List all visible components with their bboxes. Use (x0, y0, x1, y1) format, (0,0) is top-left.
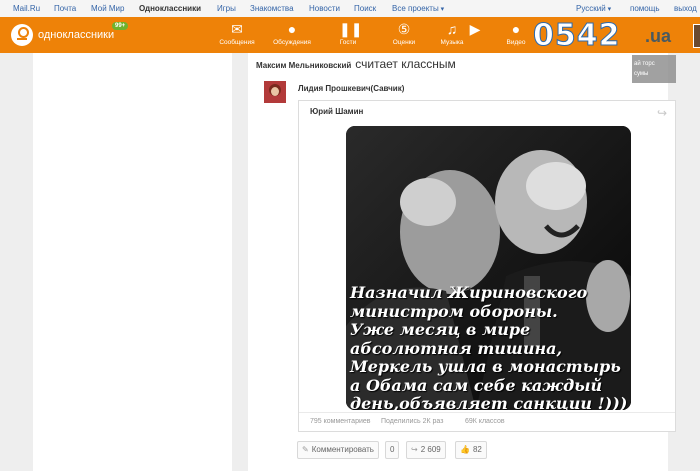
photo-caption: Назначил Жириновского министром обороны.… (350, 283, 628, 410)
post-photo[interactable]: Назначил Жириновского министром обороны.… (346, 126, 631, 410)
portal-link-games[interactable]: Игры (217, 4, 236, 13)
footprints-icon: ❚❚ (339, 21, 363, 37)
likes-count[interactable]: 69К классов (465, 418, 505, 425)
portal-link-mailru[interactable]: Mail.Ru (13, 4, 40, 13)
watermark-logo: 0542 (533, 18, 621, 54)
post-author-link[interactable]: Юрий Шамин (310, 107, 363, 116)
ok-logo-icon[interactable] (11, 24, 33, 46)
comments-count[interactable]: 795 комментариев (310, 418, 370, 425)
watermark-suffix: .ua (645, 26, 672, 46)
comment-button[interactable]: ✎ Комментировать (297, 441, 379, 459)
portal-link-mail[interactable]: Почта (54, 4, 76, 13)
notification-badge: 99+ (112, 22, 129, 30)
feed-action-text: считает классным (355, 57, 456, 71)
shares-count[interactable]: Поделились 2К раз (381, 418, 443, 425)
reposter-name-link[interactable]: Лидия Прошкевич(Савчик) (298, 84, 404, 93)
portal-link-dating[interactable]: Знакомства (250, 4, 294, 13)
play-icon: ▶ (469, 21, 481, 37)
comment-icon: ✎ (302, 445, 309, 454)
speech-bubbles-icon: ● (287, 21, 297, 37)
share-button[interactable]: ↪ 2 609 (406, 441, 446, 459)
portal-link-all-projects[interactable]: Все проекты (392, 4, 444, 13)
class-button[interactable]: 👍 82 (455, 441, 487, 459)
music-note-icon: ♫ (446, 21, 458, 37)
site-watermark: 0542 .ua (533, 0, 700, 58)
left-sidebar (33, 53, 232, 471)
envelope-icon: ✉ (231, 21, 243, 37)
reposter-avatar[interactable] (264, 81, 286, 103)
column-gap (232, 53, 248, 471)
overlay-text: ай торс сумы (634, 61, 655, 77)
post-stats: 795 комментариев Поделились 2К раз 69К к… (299, 412, 675, 432)
five-star-icon: ⑤ (397, 21, 411, 37)
user-avatar[interactable] (693, 24, 700, 48)
music-play-button[interactable]: ▶ (460, 21, 490, 51)
page-margin-left (0, 53, 33, 471)
portal-link-search[interactable]: Поиск (354, 4, 376, 13)
comment-count-badge: 0 (385, 441, 400, 459)
logo-text[interactable]: одноклассники (38, 29, 114, 41)
feed-actor-link[interactable]: Максим Мельниковский (256, 61, 351, 70)
thumbs-up-icon: 👍 (460, 445, 470, 454)
camera-icon: ● (511, 21, 521, 37)
portal-link-news[interactable]: Новости (309, 4, 340, 13)
nav-messages[interactable]: ✉ Сообщения (217, 21, 257, 51)
repost-icon: ↪ (411, 445, 418, 454)
feed-event-line: Максим Мельниковский считает классным (256, 57, 456, 71)
feed-column: Максим Мельниковский считает классным ай … (248, 53, 676, 471)
nav-ratings[interactable]: ⑤ Оценки (384, 21, 424, 51)
share-arrow-icon[interactable]: ↪ (657, 106, 667, 120)
nav-discussions[interactable]: ● Обсуждения (272, 21, 312, 51)
nav-video[interactable]: ● Видео (496, 21, 536, 51)
nav-guests[interactable]: ❚❚ Гости (328, 21, 368, 51)
portal-link-mymir[interactable]: Мой Мир (91, 4, 124, 13)
portal-link-ok[interactable]: Одноклассники (139, 4, 201, 13)
post-card: Юрий Шамин ↪ Назначил Жириновского минис… (298, 100, 676, 432)
